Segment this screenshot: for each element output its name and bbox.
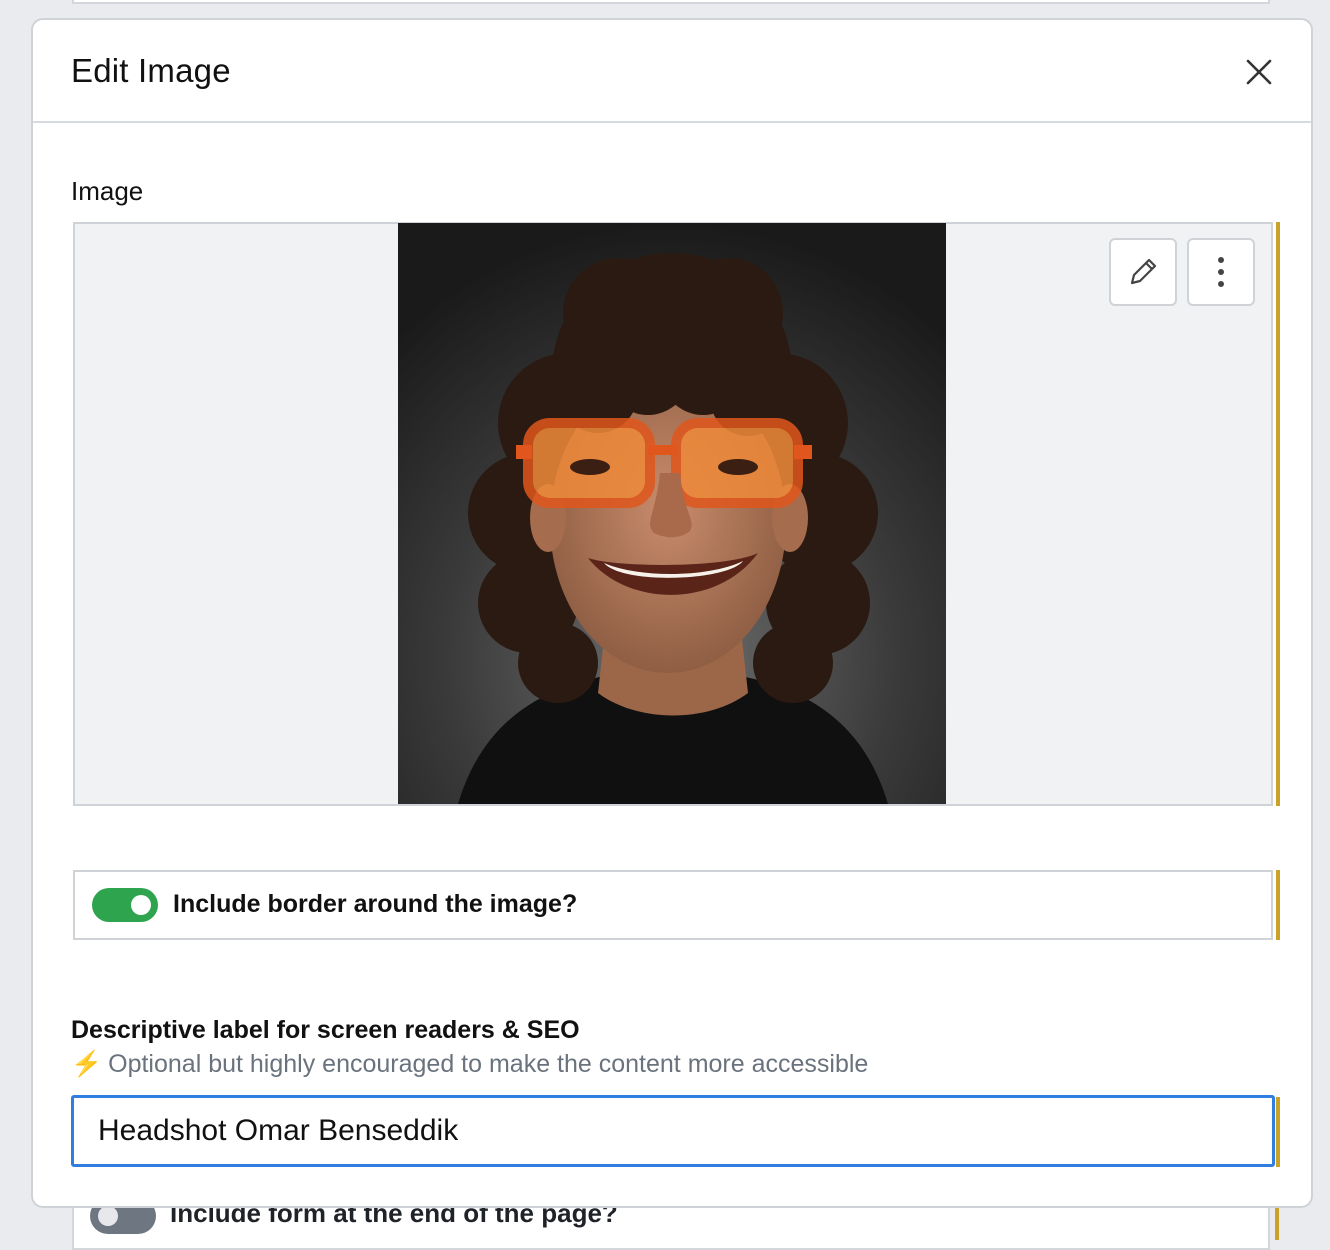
headshot-illustration: [398, 223, 946, 804]
more-options-button[interactable]: [1187, 238, 1255, 306]
background-field-top: [72, 0, 1270, 4]
more-vertical-icon: [1218, 257, 1224, 287]
input-accent-bar: [1276, 1097, 1280, 1167]
descriptive-label-hint: ⚡ Optional but highly encouraged to make …: [71, 1050, 868, 1079]
hint-text: Optional but highly encouraged to make t…: [108, 1050, 869, 1078]
lightning-icon: ⚡: [71, 1050, 103, 1078]
toggle-knob: [131, 895, 151, 915]
border-toggle-label: Include border around the image?: [173, 890, 578, 918]
close-icon: [1246, 59, 1272, 85]
edit-image-modal: Edit Image Image Include border around t…: [31, 18, 1313, 1208]
border-toggle[interactable]: [92, 888, 158, 922]
image-section-label: Image: [71, 176, 144, 206]
close-button[interactable]: [1243, 56, 1275, 88]
descriptive-label-heading: Descriptive label for screen readers & S…: [71, 1016, 580, 1044]
headshot-photo: [398, 223, 946, 804]
pencil-icon: [1130, 258, 1157, 285]
modal-title: Edit Image: [71, 52, 231, 89]
modal-header: Edit Image: [33, 20, 1311, 123]
descriptive-label-input[interactable]: [71, 1095, 1275, 1167]
image-field-accent-bar: [1276, 222, 1280, 806]
toggle-row-accent-bar: [1276, 870, 1280, 940]
border-toggle-row: Include border around the image?: [73, 870, 1273, 940]
edit-image-button[interactable]: [1109, 238, 1177, 306]
